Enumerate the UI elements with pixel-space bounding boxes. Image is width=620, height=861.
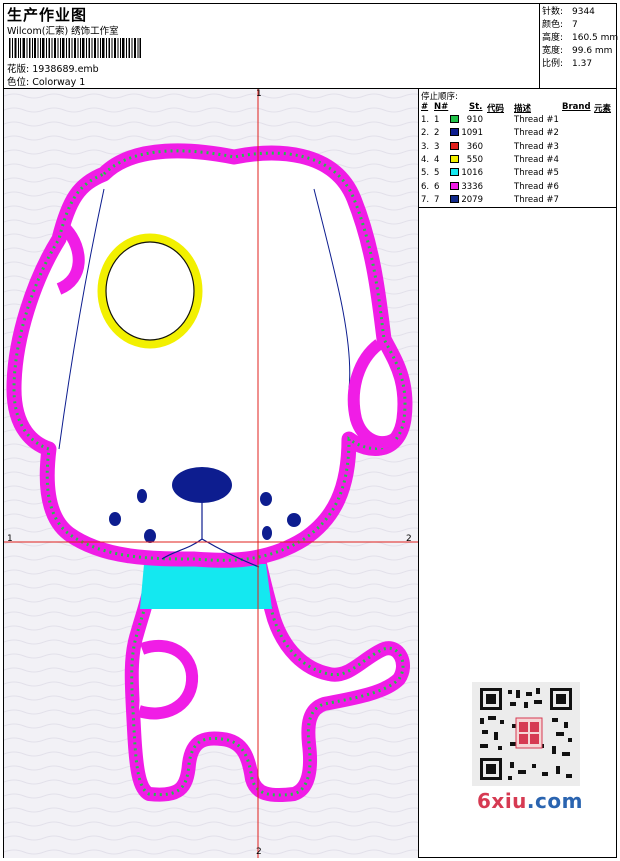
row-number: 4. xyxy=(421,154,430,165)
stitch-count: 2079 xyxy=(461,194,483,205)
stitch-count: 1016 xyxy=(461,168,483,179)
stat-width: 宽度: 99.6 mm xyxy=(542,46,613,56)
design-file-line: 花版: 1938689.emb xyxy=(7,61,99,75)
thread-description: Thread #5 xyxy=(514,168,559,179)
stitch-count: 910 xyxy=(466,115,483,125)
stitch-count: 3336 xyxy=(461,181,483,192)
stat-stitches: 针数: 9344 xyxy=(542,7,595,17)
collar xyxy=(140,564,272,609)
axis-label-left: 1 xyxy=(7,534,13,544)
thread-color-swatch xyxy=(450,181,459,190)
stitch-count: 360 xyxy=(466,141,483,152)
col-header-st: St. xyxy=(469,102,483,112)
barcode xyxy=(9,38,141,58)
thread-color-swatch xyxy=(450,141,459,150)
axis-label-bottom: 2 xyxy=(256,847,262,857)
colorway-line: 色位: Colorway 1 xyxy=(7,74,85,88)
thread-description: Thread #2 xyxy=(514,128,559,139)
page-title: 生产作业图 xyxy=(7,6,88,24)
whisker-dot xyxy=(144,529,156,543)
qr-code xyxy=(472,682,580,786)
design-canvas xyxy=(4,89,418,858)
thread-color-swatch xyxy=(450,194,459,203)
whisker-dot xyxy=(287,513,301,527)
thread-color-swatch xyxy=(450,128,459,137)
design-stats: 针数: 9344 颜色: 7 高度: 160.5 mm 宽度: 99.6 mm 比例: 1… xyxy=(542,6,618,71)
thread-row: 7. 7 2079 Thread #7 xyxy=(419,194,617,208)
watermark-suffix: .com xyxy=(526,789,583,813)
thread-description: Thread #4 xyxy=(514,154,559,165)
thread-description: Thread #7 xyxy=(514,194,559,205)
thread-row: 5. 5 1016 Thread #5 xyxy=(419,168,617,181)
thread-row: 1. 1 910 Thread #1 xyxy=(419,115,617,128)
embroidery-preview xyxy=(4,89,418,858)
row-number: 2. xyxy=(421,128,430,139)
thread-row: 6. 6 3336 Thread #6 xyxy=(419,181,617,195)
company-name: Wilcom(汇索) 绣饰工作室 xyxy=(7,26,119,37)
col-header-element: 元素 xyxy=(594,104,612,114)
thread-row: 2. 2 1091 Thread #2 xyxy=(419,128,617,141)
stop-sequence-title: 停止顺序: xyxy=(421,92,458,102)
needle-number: 7 xyxy=(434,194,440,205)
whisker-dot xyxy=(260,492,272,506)
thread-description: Thread #6 xyxy=(514,181,559,192)
stop-sequence-table: 停止顺序: # N# St. 代码 描述 Brand 元素 1. 1 910 Thre… xyxy=(419,89,617,207)
col-header-code: 代码 xyxy=(487,104,505,114)
whisker-dot xyxy=(109,512,121,526)
thread-description: Thread #1 xyxy=(514,115,559,125)
needle-number: 4 xyxy=(434,154,440,165)
row-number: 1. xyxy=(421,115,430,125)
thread-color-swatch xyxy=(450,115,459,123)
watermark-main: 6xiu xyxy=(477,789,527,813)
stitch-count: 550 xyxy=(466,154,483,165)
stat-height: 高度: 160.5 mm xyxy=(542,33,619,43)
thread-row: 3. 3 360 Thread #3 xyxy=(419,141,617,155)
colorway-label: 色位: xyxy=(7,77,30,88)
stats-divider xyxy=(539,3,540,88)
needle-number: 2 xyxy=(434,128,440,139)
stat-scale: 比例: 1.37 xyxy=(542,59,593,69)
dog-nose xyxy=(172,467,232,503)
needle-number: 1 xyxy=(434,115,440,125)
stitch-count: 1091 xyxy=(461,128,483,139)
thread-color-swatch xyxy=(450,168,459,177)
stat-colors: 颜色: 7 xyxy=(542,20,578,30)
colorway-name: Colorway 1 xyxy=(32,77,86,88)
needle-number: 5 xyxy=(434,168,440,179)
axis-label-right: 2 xyxy=(406,534,412,544)
body-spot xyxy=(137,639,199,720)
needle-number: 3 xyxy=(434,141,440,152)
whisker-dot xyxy=(137,489,147,503)
col-header-desc: 描述 xyxy=(514,104,532,114)
axis-label-top: 1 xyxy=(256,89,262,99)
thread-color-swatch xyxy=(450,154,459,163)
thread-row: 4. 4 550 Thread #4 xyxy=(419,154,617,168)
whisker-dot xyxy=(262,526,272,540)
col-header-brand: Brand xyxy=(562,102,591,112)
col-header-n: N# xyxy=(434,102,449,112)
needle-number: 6 xyxy=(434,181,440,192)
thread-description: Thread #3 xyxy=(514,141,559,152)
row-number: 7. xyxy=(421,194,430,205)
row-number: 5. xyxy=(421,168,430,179)
col-header-num: # xyxy=(421,102,429,112)
row-number: 3. xyxy=(421,141,430,152)
site-watermark: 6xiu.com xyxy=(477,789,583,813)
row-number: 6. xyxy=(421,181,430,192)
